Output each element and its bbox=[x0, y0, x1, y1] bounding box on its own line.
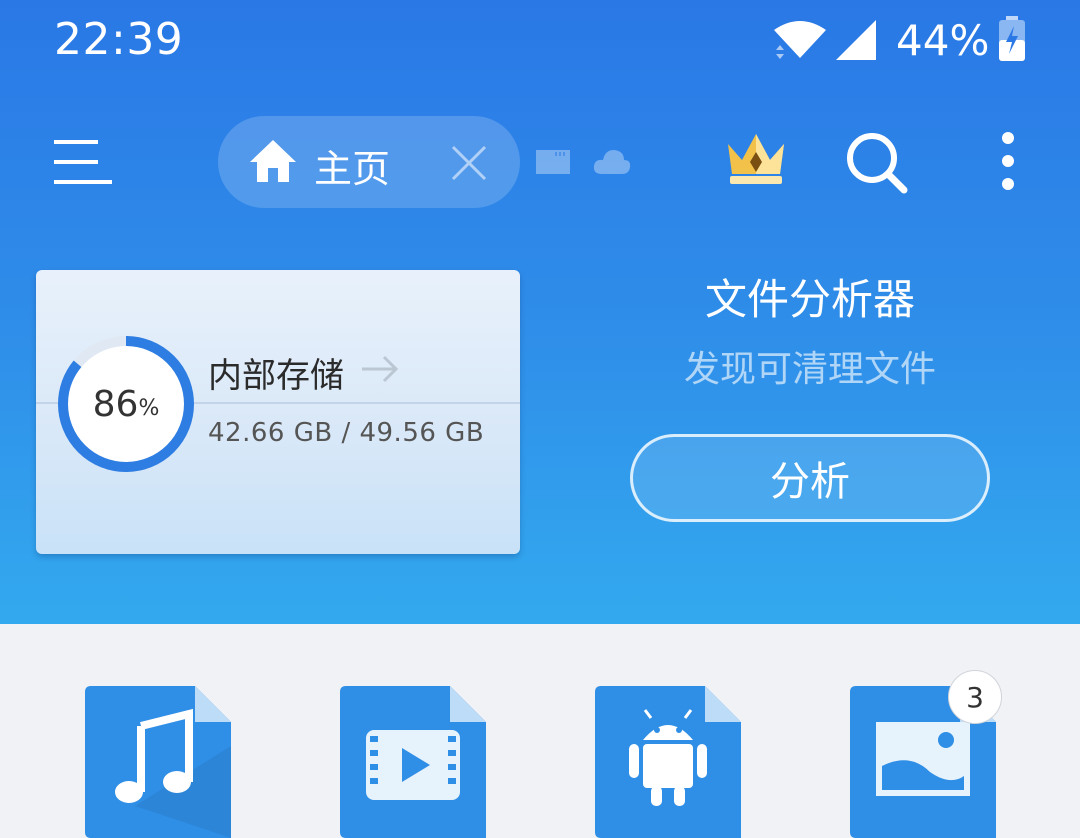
search-icon[interactable] bbox=[844, 130, 910, 196]
menu-icon[interactable] bbox=[50, 134, 116, 190]
arrow-right-icon bbox=[362, 355, 399, 383]
storage-title[interactable]: 内部存储 bbox=[208, 348, 344, 397]
battery-percent: 44% bbox=[896, 16, 990, 65]
tab-home-label: 主页 bbox=[314, 147, 391, 191]
status-bar: 22:39 44% bbox=[0, 0, 1080, 84]
home-icon bbox=[250, 140, 296, 182]
status-time: 22:39 bbox=[54, 14, 184, 65]
close-icon[interactable] bbox=[450, 144, 488, 182]
header-panel: 22:39 44% 主页 86 % 内部存储 42.66 GB / 49.56 … bbox=[0, 0, 1080, 624]
storage-percent-value: 86 bbox=[92, 383, 139, 425]
music-icon bbox=[85, 686, 231, 838]
android-app-icon bbox=[595, 686, 741, 838]
storage-percent: 86 % bbox=[56, 334, 196, 474]
category-music[interactable] bbox=[85, 686, 231, 838]
analyzer-title: 文件分析器 bbox=[704, 275, 915, 324]
wifi-icon bbox=[774, 21, 826, 59]
storage-usage-text: 42.66 GB / 49.56 GB bbox=[208, 418, 485, 448]
more-vert-icon[interactable] bbox=[996, 130, 1020, 192]
category-video[interactable] bbox=[340, 686, 486, 838]
cloud-icon[interactable] bbox=[592, 146, 632, 176]
storage-percent-sign: % bbox=[138, 395, 160, 421]
images-count-badge: 3 bbox=[948, 670, 1002, 724]
signal-icon bbox=[836, 20, 876, 60]
analyze-button[interactable]: 分析 bbox=[630, 434, 990, 522]
battery-charging-icon bbox=[999, 16, 1025, 61]
toolbar: 主页 bbox=[0, 106, 1080, 216]
analyzer-subtitle: 发现可清理文件 bbox=[683, 349, 936, 390]
video-icon bbox=[340, 686, 486, 838]
tab-home[interactable]: 主页 bbox=[218, 116, 520, 208]
crown-icon[interactable] bbox=[724, 130, 788, 188]
storage-card[interactable]: 86 % 内部存储 42.66 GB / 49.56 GB bbox=[36, 270, 520, 554]
category-apps[interactable] bbox=[595, 686, 741, 838]
sd-card-icon[interactable] bbox=[534, 146, 572, 178]
